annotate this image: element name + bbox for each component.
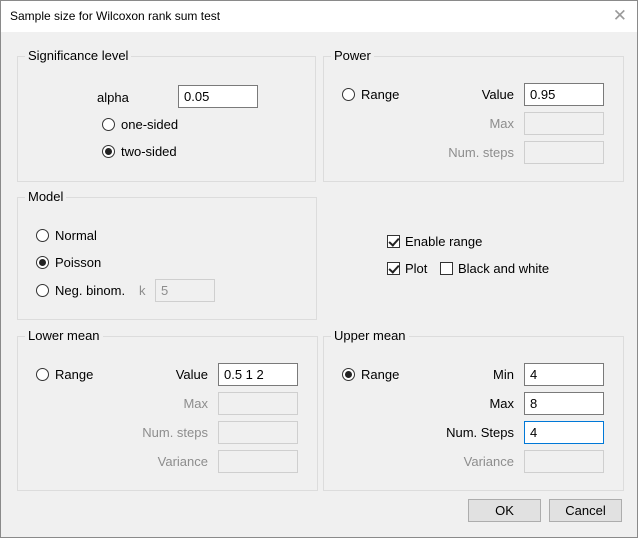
power-num-steps-label: Num. steps xyxy=(448,145,514,160)
two-sided-radio[interactable] xyxy=(102,145,115,158)
power-max-input xyxy=(524,112,604,135)
upper-min-label: Min xyxy=(493,367,514,382)
upper-range-radio[interactable] xyxy=(342,368,355,381)
power-range-label[interactable]: Range xyxy=(361,87,399,103)
black-and-white-checkbox[interactable] xyxy=(440,262,453,275)
upper-num-steps-input[interactable]: 4 xyxy=(524,421,604,444)
cancel-button[interactable]: Cancel xyxy=(549,499,622,522)
title-bar: Sample size for Wilcoxon rank sum test ✕ xyxy=(1,1,637,32)
upper-max-input[interactable]: 8 xyxy=(524,392,604,415)
enable-range-label[interactable]: Enable range xyxy=(405,234,482,250)
one-sided-radio[interactable] xyxy=(102,118,115,131)
enable-range-checkbox[interactable] xyxy=(387,235,400,248)
power-max-label: Max xyxy=(489,116,514,131)
lower-value-label: Value xyxy=(175,367,208,382)
lower-range-label[interactable]: Range xyxy=(55,367,93,383)
ok-button[interactable]: OK xyxy=(468,499,541,522)
lower-value-input[interactable]: 0.5 1 2 xyxy=(218,363,298,386)
power-range-radio[interactable] xyxy=(342,88,355,101)
lower-mean-title: Lower mean xyxy=(25,328,103,344)
upper-min-input[interactable]: 4 xyxy=(524,363,604,386)
power-value-label: Value xyxy=(481,87,514,102)
one-sided-label[interactable]: one-sided xyxy=(121,117,178,133)
poisson-radio[interactable] xyxy=(36,256,49,269)
upper-max-label: Max xyxy=(489,396,514,411)
dialog-window: Sample size for Wilcoxon rank sum test ✕… xyxy=(0,0,638,538)
lower-variance-label: Variance xyxy=(157,454,208,469)
lower-num-steps-input xyxy=(218,421,298,444)
lower-variance-input xyxy=(218,450,298,473)
lower-max-input xyxy=(218,392,298,415)
two-sided-label[interactable]: two-sided xyxy=(121,144,177,160)
plot-label[interactable]: Plot xyxy=(405,261,427,277)
upper-num-steps-label: Num. Steps xyxy=(446,425,514,440)
significance-level-title: Significance level xyxy=(25,48,132,64)
plot-checkbox[interactable] xyxy=(387,262,400,275)
upper-variance-label: Variance xyxy=(463,454,514,469)
model-title: Model xyxy=(25,189,67,205)
normal-radio[interactable] xyxy=(36,229,49,242)
k-label: k xyxy=(139,283,146,298)
alpha-input[interactable]: 0.05 xyxy=(178,85,258,108)
upper-variance-input xyxy=(524,450,604,473)
lower-max-label: Max xyxy=(183,396,208,411)
power-title: Power xyxy=(331,48,374,64)
k-input: 5 xyxy=(155,279,215,302)
neg-binom-label[interactable]: Neg. binom. xyxy=(55,283,125,299)
normal-label[interactable]: Normal xyxy=(55,228,97,244)
alpha-label: alpha xyxy=(97,90,129,105)
upper-range-label[interactable]: Range xyxy=(361,367,399,383)
close-icon[interactable]: ✕ xyxy=(613,6,627,26)
upper-mean-title: Upper mean xyxy=(331,328,409,344)
black-and-white-label[interactable]: Black and white xyxy=(458,261,549,277)
lower-num-steps-label: Num. steps xyxy=(142,425,208,440)
power-value-input[interactable]: 0.95 xyxy=(524,83,604,106)
neg-binom-radio[interactable] xyxy=(36,284,49,297)
power-num-steps-input xyxy=(524,141,604,164)
poisson-label[interactable]: Poisson xyxy=(55,255,101,271)
lower-range-radio[interactable] xyxy=(36,368,49,381)
window-title: Sample size for Wilcoxon rank sum test xyxy=(10,9,221,23)
